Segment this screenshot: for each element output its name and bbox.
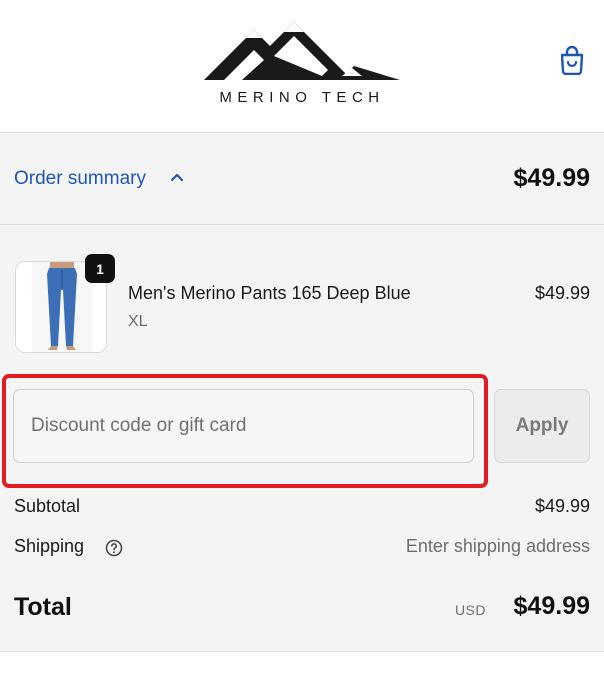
quantity-badge: 1: [85, 254, 115, 283]
line-item: 1 Men's Merino Pants 165 Deep Blue XL $4…: [15, 254, 590, 353]
order-summary-label: Order summary: [14, 168, 146, 189]
product-name: Men's Merino Pants 165 Deep Blue: [128, 283, 411, 303]
brand-logo[interactable]: MERINO TECH: [204, 16, 400, 106]
brand-name: MERINO TECH: [219, 89, 385, 106]
help-circle-icon[interactable]: [104, 538, 124, 558]
cart-button[interactable]: [555, 43, 589, 77]
order-summary-panel: Order summary $49.99 1 Men's Merino Pant…: [0, 134, 604, 652]
product-variant: XL: [128, 313, 148, 330]
subtotal-row: Subtotal $49.99: [14, 496, 590, 522]
total-value: $49.99: [513, 592, 590, 620]
total-row: Total USD $49.99: [14, 592, 590, 626]
product-price: $49.99: [534, 283, 590, 303]
total-label: Total: [14, 593, 72, 621]
order-summary-toggle[interactable]: Order summary $49.99: [0, 134, 604, 225]
shipping-value: Enter shipping address: [405, 536, 590, 556]
subtotal-value: $49.99: [534, 496, 590, 516]
shopping-bag-icon: [560, 45, 584, 75]
shipping-label: Shipping: [14, 536, 85, 556]
order-summary-total: $49.99: [513, 164, 590, 192]
subtotal-label: Subtotal: [14, 496, 81, 516]
chevron-up-icon: [170, 173, 184, 182]
shipping-row: Shipping Enter shipping address: [14, 536, 590, 562]
total-currency: USD: [454, 602, 486, 618]
site-header: MERINO TECH: [0, 0, 604, 133]
apply-discount-button[interactable]: Apply: [494, 389, 590, 463]
discount-code-input[interactable]: [13, 389, 474, 463]
mountain-logo-icon: [204, 22, 400, 80]
